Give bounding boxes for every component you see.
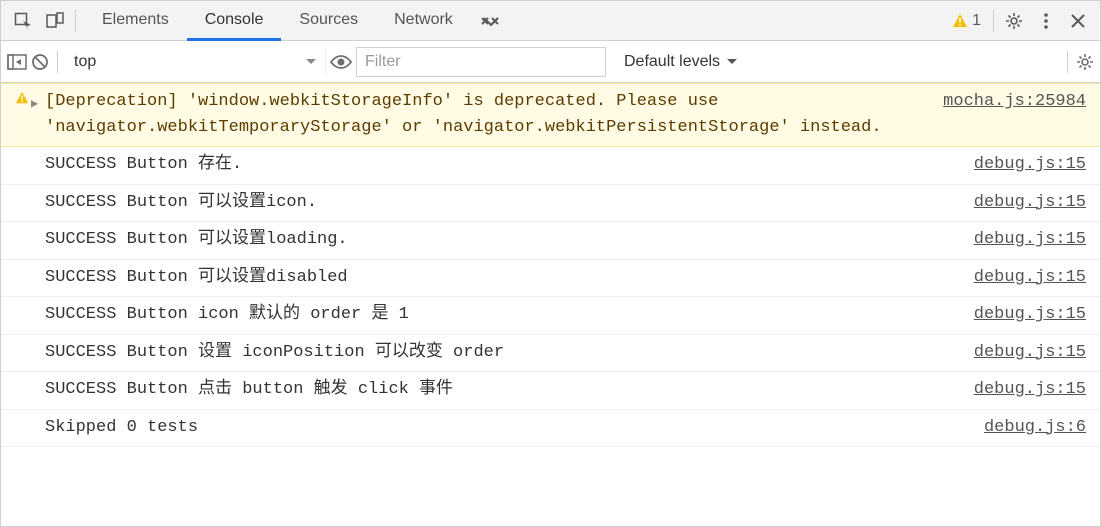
settings-icon[interactable] xyxy=(998,5,1030,37)
log-gutter: ▶ xyxy=(15,89,45,113)
devtools-toolbar: Elements Console Sources Network 1 xyxy=(1,1,1100,41)
divider xyxy=(75,10,76,32)
log-gutter xyxy=(15,227,45,229)
log-gutter xyxy=(15,415,45,417)
panel-tabs: Elements Console Sources Network xyxy=(84,1,471,40)
log-source-link[interactable]: debug.js:15 xyxy=(954,340,1086,366)
inspect-element-icon[interactable] xyxy=(7,5,39,37)
live-expression-icon[interactable] xyxy=(330,54,352,70)
log-row: SUCCESS Button 点击 button 触发 click 事件debu… xyxy=(1,372,1100,410)
log-row: SUCCESS Button 设置 iconPosition 可以改变 orde… xyxy=(1,335,1100,373)
context-label: top xyxy=(74,53,96,71)
tab-console[interactable]: Console xyxy=(187,2,282,41)
log-row: SUCCESS Button 可以设置disableddebug.js:15 xyxy=(1,260,1100,298)
log-message: SUCCESS Button 设置 iconPosition 可以改变 orde… xyxy=(45,340,954,366)
expand-triangle-icon[interactable]: ▶ xyxy=(31,95,38,113)
toggle-sidebar-icon[interactable] xyxy=(7,54,27,70)
log-row: SUCCESS Button 存在.debug.js:15 xyxy=(1,147,1100,185)
log-message: SUCCESS Button 存在. xyxy=(45,152,954,178)
tab-elements[interactable]: Elements xyxy=(84,2,187,41)
log-row: ▶ [Deprecation] 'window.webkitStorageInfo… xyxy=(1,83,1100,147)
log-source-link[interactable]: debug.js:15 xyxy=(954,377,1086,403)
device-toolbar-icon[interactable] xyxy=(39,5,71,37)
log-row: Skipped 0 testsdebug.js:6 xyxy=(1,410,1100,448)
tab-sources[interactable]: Sources xyxy=(281,2,376,41)
log-gutter xyxy=(15,152,45,154)
warnings-count: 1 xyxy=(972,12,981,30)
log-source-link[interactable]: debug.js:15 xyxy=(954,152,1086,178)
log-row: SUCCESS Button icon 默认的 order 是 1debug.j… xyxy=(1,297,1100,335)
divider xyxy=(993,10,994,32)
context-selector[interactable]: top xyxy=(66,48,326,76)
log-row: SUCCESS Button 可以设置icon.debug.js:15 xyxy=(1,185,1100,223)
log-gutter xyxy=(15,340,45,342)
warning-icon xyxy=(15,91,29,105)
log-source-link[interactable]: debug.js:6 xyxy=(964,415,1086,441)
console-log-list: ▶ [Deprecation] 'window.webkitStorageInfo… xyxy=(1,83,1100,447)
log-message: [Deprecation] 'window.webkitStorageInfo'… xyxy=(45,89,923,140)
log-source-link[interactable]: debug.js:15 xyxy=(954,227,1086,253)
chevron-down-icon xyxy=(305,58,317,66)
log-source-link[interactable]: debug.js:15 xyxy=(954,190,1086,216)
filter-input[interactable] xyxy=(356,47,606,77)
levels-label: Default levels xyxy=(624,53,720,71)
log-gutter xyxy=(15,190,45,192)
log-source-link[interactable]: debug.js:15 xyxy=(954,265,1086,291)
log-levels-selector[interactable]: Default levels xyxy=(610,53,752,71)
warnings-badge[interactable]: 1 xyxy=(944,12,989,30)
tabs-overflow-icon[interactable] xyxy=(471,14,511,28)
more-menu-icon[interactable] xyxy=(1030,5,1062,37)
log-message: SUCCESS Button 可以设置disabled xyxy=(45,265,954,291)
divider xyxy=(1067,51,1068,73)
console-settings-icon[interactable] xyxy=(1076,53,1094,71)
divider xyxy=(57,51,58,73)
log-gutter xyxy=(15,265,45,267)
log-message: SUCCESS Button 可以设置icon. xyxy=(45,190,954,216)
log-message: SUCCESS Button 点击 button 触发 click 事件 xyxy=(45,377,954,403)
log-row: SUCCESS Button 可以设置loading.debug.js:15 xyxy=(1,222,1100,260)
log-gutter xyxy=(15,302,45,304)
log-message: Skipped 0 tests xyxy=(45,415,964,441)
log-message: SUCCESS Button icon 默认的 order 是 1 xyxy=(45,302,954,328)
close-icon[interactable] xyxy=(1062,5,1094,37)
tab-network[interactable]: Network xyxy=(376,2,471,41)
log-gutter xyxy=(15,377,45,379)
log-message: SUCCESS Button 可以设置loading. xyxy=(45,227,954,253)
console-toolbar: top Default levels xyxy=(1,41,1100,83)
clear-console-icon[interactable] xyxy=(31,53,49,71)
log-source-link[interactable]: mocha.js:25984 xyxy=(923,89,1086,115)
log-source-link[interactable]: debug.js:15 xyxy=(954,302,1086,328)
